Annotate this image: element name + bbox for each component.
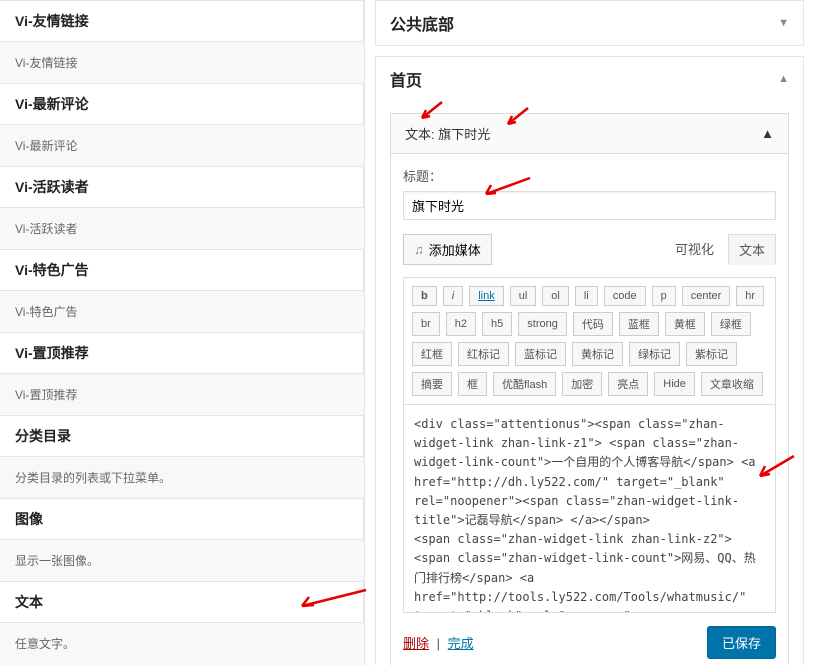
widget-item[interactable]: 分类目录 xyxy=(0,415,364,457)
toolbar-strong[interactable]: strong xyxy=(518,312,567,336)
toolbar-p[interactable]: p xyxy=(652,286,676,306)
panel-body: 文本: 旗下时光 ▲ 标题： ♫ 添加媒体 可视化 文本 xyxy=(376,101,803,665)
tab-visual[interactable]: 可视化 xyxy=(665,234,724,265)
toolbar-collapse[interactable]: 文章收缩 xyxy=(701,372,763,396)
toolbar-purplemark[interactable]: 紫标记 xyxy=(686,342,737,366)
widget-desc: Vi-置顶推荐 xyxy=(0,374,364,415)
toolbar-hide[interactable]: Hide xyxy=(654,372,695,396)
widget-desc: 显示一张图像。 xyxy=(0,540,364,581)
panel-public-footer: 公共底部 ▼ xyxy=(375,0,804,46)
toolbar-ol[interactable]: ol xyxy=(542,286,569,306)
add-media-button[interactable]: ♫ 添加媒体 xyxy=(403,234,492,265)
toolbar-li[interactable]: li xyxy=(575,286,598,306)
media-icon: ♫ xyxy=(414,242,424,257)
panel-title: 公共底部 xyxy=(390,11,454,35)
widget-item[interactable]: Vi-置顶推荐 xyxy=(0,332,364,374)
toolbar-h5[interactable]: h5 xyxy=(482,312,512,336)
tab-text[interactable]: 文本 xyxy=(728,234,776,265)
widget-item[interactable]: 图像 xyxy=(0,498,364,540)
widget-area-column: 公共底部 ▼ 首页 ▲ 文本: 旗下时光 ▲ 标题： ♫ xyxy=(365,0,814,665)
toolbar-youku[interactable]: 优酷flash xyxy=(493,372,556,396)
toolbar-bluemark[interactable]: 蓝标记 xyxy=(515,342,566,366)
toolbar-i[interactable]: i xyxy=(443,286,463,306)
widget-item[interactable]: Vi-友情链接 xyxy=(0,0,364,42)
done-link[interactable]: 完成 xyxy=(448,636,474,651)
content-textarea[interactable] xyxy=(403,405,776,613)
widget-desc: 任意文字。 xyxy=(0,623,364,664)
chevron-up-icon: ▲ xyxy=(778,73,789,85)
panel-title: 首页 xyxy=(390,67,422,91)
saved-button[interactable]: 已保存 xyxy=(707,626,776,659)
toolbar-redbox[interactable]: 红框 xyxy=(412,342,452,366)
widget-item[interactable]: Vi-最新评论 xyxy=(0,83,364,125)
toolbar-center[interactable]: center xyxy=(682,286,731,306)
widget-item[interactable]: 文本 xyxy=(0,581,364,623)
widget-title: 文本: 旗下时光 xyxy=(405,124,490,143)
widget-desc: Vi-活跃读者 xyxy=(0,208,364,249)
widget-desc: 分类目录的列表或下拉菜单。 xyxy=(0,457,364,498)
editor-tabs: 可视化 文本 xyxy=(665,234,776,265)
separator: | xyxy=(437,636,440,651)
toolbar-br[interactable]: br xyxy=(412,312,440,336)
panel-homepage: 首页 ▲ 文本: 旗下时光 ▲ 标题： ♫ 添加媒体 xyxy=(375,56,804,665)
editor-toolbar: b i link ul ol li code p center hr br h2… xyxy=(403,277,776,405)
toolbar-greenbox[interactable]: 绿框 xyxy=(711,312,751,336)
panel-header-homepage[interactable]: 首页 ▲ xyxy=(376,57,803,101)
chevron-down-icon: ▼ xyxy=(778,17,789,29)
toolbar-yellowmark[interactable]: 黄标记 xyxy=(572,342,623,366)
chevron-up-icon: ▲ xyxy=(761,126,774,141)
widget-desc: Vi-友情链接 xyxy=(0,42,364,83)
toolbar-h2[interactable]: h2 xyxy=(446,312,476,336)
toolbar-daima[interactable]: 代码 xyxy=(573,312,613,336)
delete-link[interactable]: 删除 xyxy=(403,636,429,651)
toolbar-redmark[interactable]: 红标记 xyxy=(458,342,509,366)
toolbar-link[interactable]: link xyxy=(469,286,504,306)
toolbar-encrypt[interactable]: 加密 xyxy=(562,372,602,396)
toolbar-greenmark[interactable]: 绿标记 xyxy=(629,342,680,366)
widget-actions: 删除 | 完成 xyxy=(403,633,474,652)
widget-item[interactable]: Vi-活跃读者 xyxy=(0,166,364,208)
toolbar-hr[interactable]: hr xyxy=(736,286,764,306)
toolbar-yellowbox[interactable]: 黄框 xyxy=(665,312,705,336)
widget-item[interactable]: Vi-特色广告 xyxy=(0,249,364,291)
widget-body: 标题： ♫ 添加媒体 可视化 文本 b i xyxy=(390,154,789,665)
widget-header-text[interactable]: 文本: 旗下时光 ▲ xyxy=(390,113,789,154)
title-label: 标题： xyxy=(403,166,776,185)
toolbar-ul[interactable]: ul xyxy=(510,286,537,306)
add-media-label: 添加媒体 xyxy=(429,240,481,259)
widget-desc: Vi-最新评论 xyxy=(0,125,364,166)
widget-desc: Vi-特色广告 xyxy=(0,291,364,332)
available-widgets-sidebar: Vi-友情链接 Vi-友情链接 Vi-最新评论 Vi-最新评论 Vi-活跃读者 … xyxy=(0,0,365,665)
toolbar-summary[interactable]: 摘要 xyxy=(412,372,452,396)
toolbar-code[interactable]: code xyxy=(604,286,646,306)
panel-header-public-footer[interactable]: 公共底部 ▼ xyxy=(376,1,803,45)
toolbar-highlight[interactable]: 亮点 xyxy=(608,372,648,396)
toolbar-b[interactable]: b xyxy=(412,286,437,306)
title-input[interactable] xyxy=(403,191,776,220)
toolbar-frame[interactable]: 框 xyxy=(458,372,487,396)
toolbar-bluebox[interactable]: 蓝框 xyxy=(619,312,659,336)
